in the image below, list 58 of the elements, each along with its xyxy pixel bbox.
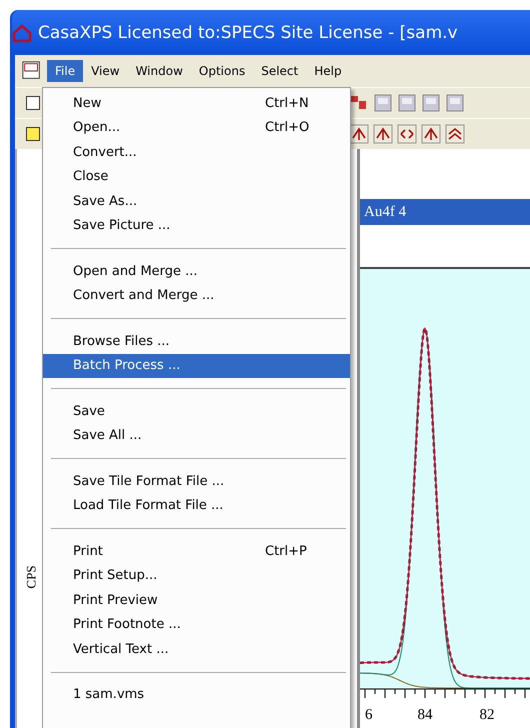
plot-title: Au4f 4: [360, 199, 530, 225]
menu-item[interactable]: Browse Files ...: [43, 329, 350, 354]
menu-item-label: Save All ...: [73, 428, 142, 444]
axis-label: CPS: [24, 565, 40, 589]
toolbar-button[interactable]: [23, 93, 43, 113]
shortcut-label: Ctrl+O: [265, 120, 310, 136]
menu-item[interactable]: Vertical Text ...: [43, 637, 350, 662]
menu-item[interactable]: Open... Ctrl+O: [43, 116, 350, 140]
menu-item[interactable]: Print Footnote ...: [43, 612, 350, 637]
menu-item-label: Save: [73, 404, 105, 419]
house-icon: [12, 22, 32, 42]
menu-item[interactable]: Batch Process ...: [43, 354, 350, 378]
menu-item[interactable]: Print Setup...: [43, 564, 350, 588]
menu-item[interactable]: Open and Merge ...: [43, 259, 350, 284]
axis-tick-label: 84: [418, 707, 432, 723]
menu-item-label: Convert and Merge ...: [73, 288, 214, 304]
window-title: CasaXPS Licensed to:SPECS Site License - [sam.v: [38, 22, 458, 42]
menu-item[interactable]: Save As...: [43, 189, 350, 214]
menu-item[interactable]: Options: [190, 60, 254, 82]
menu-item-label: Print: [73, 544, 103, 559]
menu-item[interactable]: Convert...: [43, 140, 350, 164]
menu-item[interactable]: View: [83, 60, 128, 82]
menu-item[interactable]: Save Picture ...: [43, 214, 350, 238]
menu-item-label: Print Footnote ...: [73, 617, 181, 632]
menu-item-label: Browse Files ...: [73, 334, 170, 349]
menu-item-label: Open...: [73, 120, 120, 136]
menu-item[interactable]: Print Preview: [43, 588, 350, 612]
menu-item-label: Vertical Text ...: [73, 642, 169, 657]
toolbar-button[interactable]: [23, 124, 43, 144]
menu-item-label: Batch Process ...: [73, 358, 180, 374]
menu-item-label: New: [73, 96, 102, 111]
menu-item[interactable]: Select: [253, 60, 306, 82]
menu-item[interactable]: Window: [128, 60, 191, 82]
menu-item-label: 1 sam.vms: [73, 687, 144, 702]
shortcut-label: Ctrl+P: [265, 544, 307, 559]
menu-item-label: Save As...: [73, 194, 138, 209]
menu-item[interactable]: Convert and Merge ...: [43, 284, 350, 308]
menu-item-label: Save Picture ...: [73, 218, 170, 234]
shortcut-label: Ctrl+N: [265, 96, 309, 111]
menu-item-label: Print Preview: [73, 592, 158, 608]
axis-tick-label: 6: [365, 707, 372, 723]
menu-item-label: Save Tile Format File ...: [73, 474, 224, 489]
menu-item-label: Print Setup...: [73, 568, 158, 584]
menu-item[interactable]: 1 sam.vms: [43, 682, 350, 707]
menu-item[interactable]: Close: [43, 164, 350, 189]
axis-tick-label: 82: [480, 707, 494, 723]
menu-item[interactable]: Save All ...: [43, 424, 350, 448]
menu-item-label: Close: [73, 169, 108, 184]
menu-item[interactable]: Print Ctrl+P: [43, 539, 350, 564]
menu-item-label: Open and Merge ...: [73, 264, 198, 279]
menu-item[interactable]: Load Tile Format File ...: [43, 494, 350, 518]
menu-item[interactable]: Save Tile Format File ...: [43, 469, 350, 494]
menu-item-label: Convert...: [73, 144, 137, 160]
document-icon[interactable]: [21, 60, 43, 82]
menu-item[interactable]: File: [47, 60, 84, 82]
menu-item[interactable]: Save: [43, 399, 350, 424]
menu-item-label: Load Tile Format File ...: [73, 498, 224, 514]
menu-item[interactable]: Help: [306, 60, 350, 82]
